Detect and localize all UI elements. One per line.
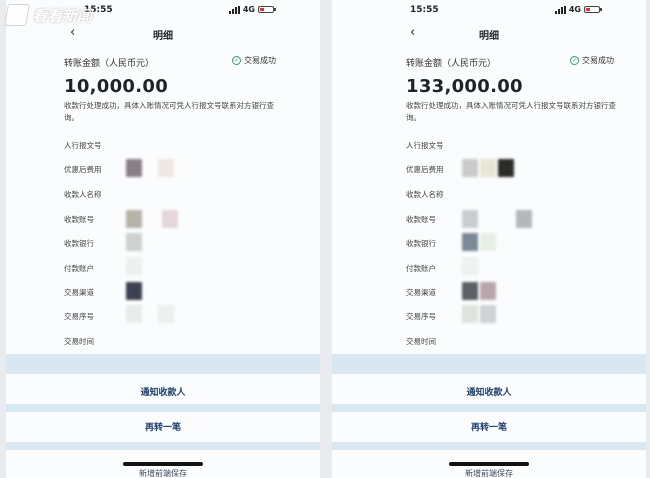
- network-label: 4G: [242, 5, 255, 14]
- watermark: 看看新闻: [4, 4, 93, 26]
- status-badge-label: 交易成功: [244, 56, 276, 65]
- redacted-value: [480, 233, 496, 251]
- notify-payee-button[interactable]: 通知收款人: [6, 385, 320, 398]
- signal-icon: [554, 5, 566, 14]
- redacted-value: [480, 159, 496, 177]
- field-label: 交易渠道: [64, 288, 94, 297]
- divider-band: [6, 354, 320, 374]
- field-label: 优惠后费用: [406, 165, 444, 174]
- field-label: 付款账户: [64, 264, 94, 273]
- watermark-text: 看看新闻: [32, 6, 93, 25]
- field-label: 付款账户: [406, 264, 436, 273]
- divider-band: [332, 442, 646, 450]
- status-indicators: 4G: [228, 5, 276, 14]
- notify-payee-button[interactable]: 通知收款人: [332, 385, 646, 398]
- redacted-value: [480, 305, 496, 323]
- network-label: 4G: [568, 5, 581, 14]
- cutoff-link[interactable]: 新增前端保存: [332, 468, 646, 478]
- left-phone-screen: 15:55 4G ‹ 明细 转账金额（人民币元） ✓ 交易成功 10,000.0…: [6, 0, 320, 478]
- home-indicator: [123, 462, 203, 466]
- status-indicators: 4G: [554, 5, 602, 14]
- redacted-value: [162, 210, 178, 228]
- nav-bar: ‹ 明细: [6, 24, 320, 44]
- field-label: 交易时间: [406, 337, 436, 346]
- field-label: 优惠后费用: [64, 165, 102, 174]
- redacted-value: [480, 282, 496, 300]
- battery-icon: [258, 6, 276, 13]
- redacted-value: [126, 233, 142, 251]
- redacted-value: [462, 233, 478, 251]
- amount-value: 10,000.00: [64, 76, 169, 97]
- redacted-value: [462, 305, 478, 323]
- status-bar: 15:55 4G: [332, 4, 646, 18]
- page-title: 明细: [479, 31, 499, 42]
- field-label: 交易渠道: [406, 288, 436, 297]
- page-title: 明细: [153, 31, 173, 42]
- processing-note: 收款行处理成功，具体入账情况可凭人行报文号联系对方银行查询。: [64, 101, 274, 122]
- redacted-value: [462, 159, 478, 177]
- amount-label: 转账金额（人民币元）: [406, 59, 497, 69]
- field-label: 人行报文号: [64, 141, 102, 150]
- redacted-value: [516, 210, 532, 228]
- divider-band: [332, 354, 646, 374]
- redacted-value: [158, 305, 174, 323]
- field-label: 交易序号: [406, 312, 436, 321]
- signal-icon: [228, 5, 240, 14]
- check-circle-icon: ✓: [232, 56, 241, 65]
- redacted-value: [462, 210, 478, 228]
- transfer-again-button[interactable]: 再转一笔: [332, 420, 646, 433]
- redacted-value: [462, 282, 478, 300]
- redacted-value: [126, 305, 142, 323]
- field-label: 收款银行: [406, 239, 436, 248]
- field-label: 收款人名称: [64, 190, 102, 199]
- amount-value: 133,000.00: [406, 76, 523, 97]
- redacted-value: [462, 257, 478, 275]
- field-label: 收款账号: [64, 215, 94, 224]
- divider-band: [6, 442, 320, 450]
- field-label: 交易序号: [64, 312, 94, 321]
- field-label: 收款银行: [64, 239, 94, 248]
- amount-label: 转账金额（人民币元）: [64, 59, 155, 69]
- redacted-value: [126, 210, 142, 228]
- status-time: 15:55: [410, 5, 439, 15]
- home-indicator: [449, 462, 529, 466]
- status-badge-label: 交易成功: [582, 56, 614, 65]
- right-phone-screen: 15:55 4G ‹ 明细 转账金额（人民币元） ✓ 交易成功 133,000.…: [332, 0, 646, 478]
- status-badge: ✓ 交易成功: [570, 55, 614, 66]
- transfer-again-button[interactable]: 再转一笔: [6, 420, 320, 433]
- redacted-value: [126, 159, 142, 177]
- cutoff-link[interactable]: 新增前端保存: [6, 468, 320, 478]
- redacted-value: [158, 159, 174, 177]
- redacted-value: [498, 159, 514, 177]
- divider-band: [6, 404, 320, 412]
- watermark-logo-icon: [4, 4, 30, 26]
- field-label: 收款账号: [406, 215, 436, 224]
- battery-icon: [584, 6, 602, 13]
- field-label: 人行报文号: [406, 141, 444, 150]
- status-badge: ✓ 交易成功: [232, 55, 276, 66]
- divider-band: [332, 404, 646, 412]
- processing-note: 收款行处理成功，具体入账情况可凭人行报文号联系对方银行查询。: [406, 101, 616, 122]
- check-circle-icon: ✓: [570, 56, 579, 65]
- redacted-value: [126, 257, 142, 275]
- field-label: 收款人名称: [406, 190, 444, 199]
- redacted-value: [126, 282, 142, 300]
- nav-bar: ‹ 明细: [332, 24, 646, 44]
- field-label: 交易时间: [64, 337, 94, 346]
